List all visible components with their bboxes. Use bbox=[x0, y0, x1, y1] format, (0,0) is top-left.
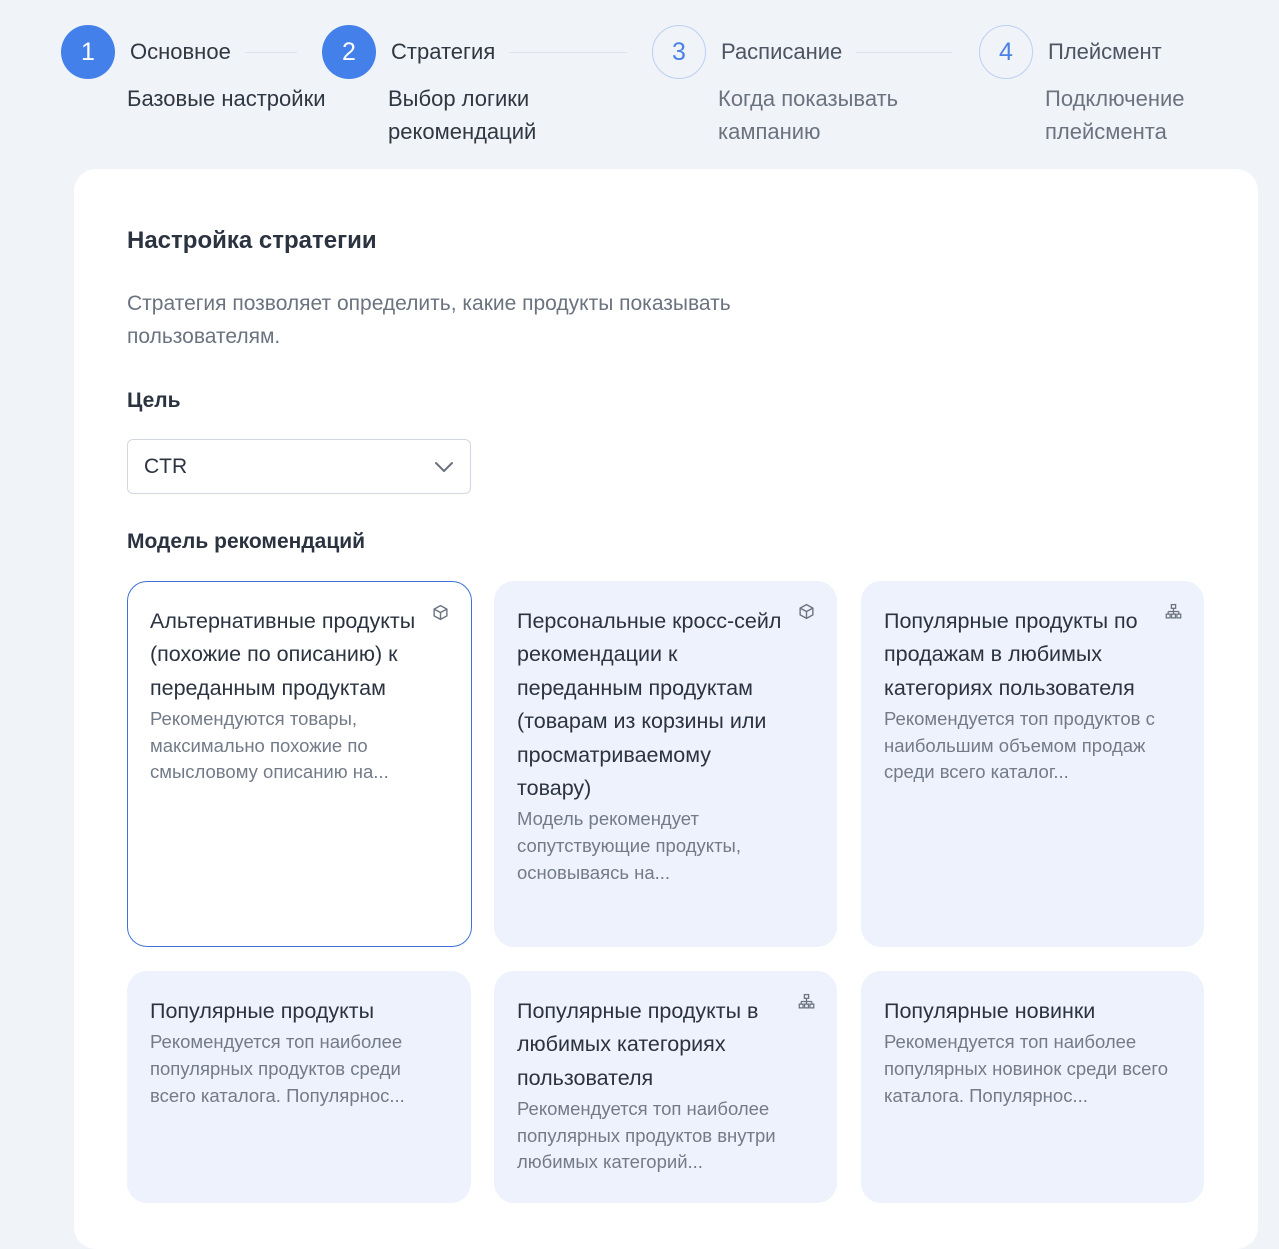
model-card-description: Рекомендуется топ наиболее популярных но… bbox=[884, 1031, 1169, 1106]
model-card-description: Рекомендуется топ наиболее популярных пр… bbox=[517, 1098, 776, 1173]
step-schedule[interactable]: 3 Расписание Когда показывать кампанию bbox=[652, 24, 953, 144]
step-connector bbox=[856, 51, 953, 53]
step-title: Стратегия bbox=[391, 39, 496, 64]
model-card-title: Персональные кросс-сейл рекомендации к п… bbox=[517, 609, 782, 801]
model-card-popular-categories[interactable]: Популярные продукты в любимых категориях… bbox=[494, 971, 837, 1203]
cube-icon bbox=[433, 604, 448, 621]
cube-icon bbox=[799, 603, 814, 620]
step-description: Базовые настройки bbox=[127, 86, 326, 111]
step-strategy[interactable]: 2 Стратегия Выбор логики рекомендаций bbox=[322, 24, 628, 144]
model-card-title: Популярные новинки bbox=[884, 999, 1096, 1023]
model-card-popular-new[interactable]: Популярные новинки Рекомендуется топ наи… bbox=[861, 971, 1204, 1203]
model-card-title: Популярные продукты по продажам в любимы… bbox=[884, 609, 1138, 700]
model-card-popular-sales-categories[interactable]: Популярные продукты по продажам в любимы… bbox=[861, 581, 1204, 947]
goal-select[interactable]: CTR bbox=[127, 439, 471, 494]
stepper: 1 Основное Базовые настройки 2 Стратегия… bbox=[0, 0, 1279, 160]
step-title: Плейсмент bbox=[1048, 39, 1162, 64]
model-card-title: Альтернативные продукты (похожие по опис… bbox=[150, 609, 416, 700]
model-card-alternative[interactable]: Альтернативные продукты (похожие по опис… bbox=[127, 581, 472, 947]
section-title: Настройка стратегии bbox=[127, 227, 377, 254]
step-connector bbox=[509, 51, 628, 53]
model-card-cross-sell[interactable]: Персональные кросс-сейл рекомендации к п… bbox=[494, 581, 837, 947]
step-description: Когда показывать кампанию bbox=[718, 86, 899, 144]
step-connector bbox=[244, 51, 297, 53]
step-title: Основное bbox=[130, 39, 231, 64]
chevron-down-icon bbox=[435, 461, 453, 472]
hierarchy-icon bbox=[798, 993, 815, 1009]
hierarchy-icon bbox=[1165, 603, 1182, 619]
step-description: Выбор логики рекомендаций bbox=[388, 86, 537, 144]
model-card-description: Рекомендуется топ продуктов с наибольшим… bbox=[884, 708, 1155, 783]
strategy-panel: Настройка стратегии Стратегия позволяет … bbox=[74, 169, 1258, 1249]
goal-select-value: CTR bbox=[144, 454, 188, 478]
model-card-title: Популярные продукты в любимых категориях… bbox=[517, 999, 759, 1090]
step-number: 2 bbox=[322, 25, 376, 79]
step-number: 3 bbox=[652, 25, 706, 79]
model-card-description: Модель рекомендует сопутствующие продукт… bbox=[517, 808, 741, 883]
model-card-popular[interactable]: Популярные продукты Рекомендуется топ на… bbox=[127, 971, 471, 1203]
model-card-description: Рекомендуются товары, максимально похожи… bbox=[150, 708, 389, 783]
goal-label: Цель bbox=[127, 389, 181, 412]
step-placement[interactable]: 4 Плейсмент Подключение плейсмента bbox=[979, 24, 1185, 144]
section-description: Стратегия позволяет определить, какие пр… bbox=[127, 292, 731, 348]
model-label: Модель рекомендаций bbox=[127, 530, 366, 553]
step-description: Подключение плейсмента bbox=[1045, 86, 1185, 144]
step-basic[interactable]: 1 Основное Базовые настройки bbox=[61, 24, 325, 111]
step-number: 1 bbox=[61, 25, 115, 79]
model-card-title: Популярные продукты bbox=[150, 999, 375, 1023]
step-number: 4 bbox=[979, 25, 1033, 79]
step-title: Расписание bbox=[721, 39, 843, 64]
model-card-description: Рекомендуется топ наиболее популярных пр… bbox=[150, 1031, 405, 1106]
